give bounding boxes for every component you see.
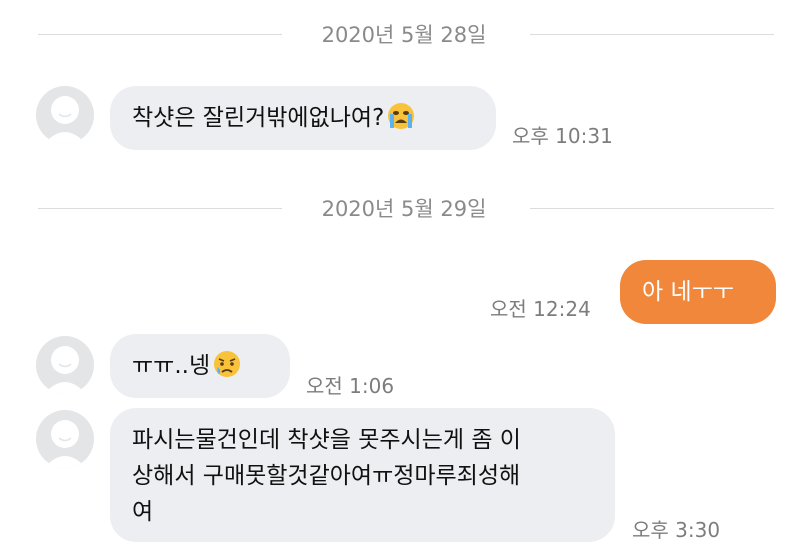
message-text-line: 여	[132, 499, 154, 525]
divider-line	[530, 208, 774, 209]
message-time: 오전 12:24	[490, 297, 591, 321]
message-text: ㅠㅠ..넹	[132, 353, 211, 379]
divider-line	[530, 34, 774, 35]
date-divider: 2020년 5월 29일	[0, 194, 808, 224]
avatar[interactable]	[36, 86, 94, 144]
avatar[interactable]	[36, 410, 94, 468]
date-label: 2020년 5월 29일	[321, 197, 487, 221]
date-divider: 2020년 5월 28일	[0, 20, 808, 50]
message-text-line: 상해서 구매못할것같아여ㅠ정마루죄성해	[132, 463, 521, 489]
default-avatar-icon	[44, 96, 86, 144]
message-time: 오후 3:30	[632, 518, 721, 542]
default-avatar-icon	[44, 420, 86, 468]
date-label: 2020년 5월 28일	[321, 23, 487, 47]
message-text: 아 네ㅜㅜ	[642, 279, 734, 305]
message-bubble[interactable]: ㅠㅠ..넹	[110, 334, 290, 398]
default-avatar-icon	[44, 346, 86, 394]
crying-face-emoji-icon	[386, 101, 416, 142]
message-bubble[interactable]: 파시는물건인데 착샷을 못주시는게 좀 이 상해서 구매못할것같아여ㅠ정마루죄성…	[110, 408, 615, 542]
message-text: 착샷은 잘린거밖에없나여?	[132, 105, 385, 131]
message-bubble[interactable]: 착샷은 잘린거밖에없나여?	[110, 86, 496, 150]
message-text-line: 파시는물건인데 착샷을 못주시는게 좀 이	[132, 427, 521, 453]
message-time: 오전 1:06	[306, 374, 395, 398]
my-message-bubble[interactable]: 아 네ㅜㅜ	[620, 260, 776, 324]
avatar[interactable]	[36, 336, 94, 394]
sad-relieved-face-emoji-icon	[212, 349, 242, 390]
message-time: 오후 10:31	[512, 124, 613, 148]
